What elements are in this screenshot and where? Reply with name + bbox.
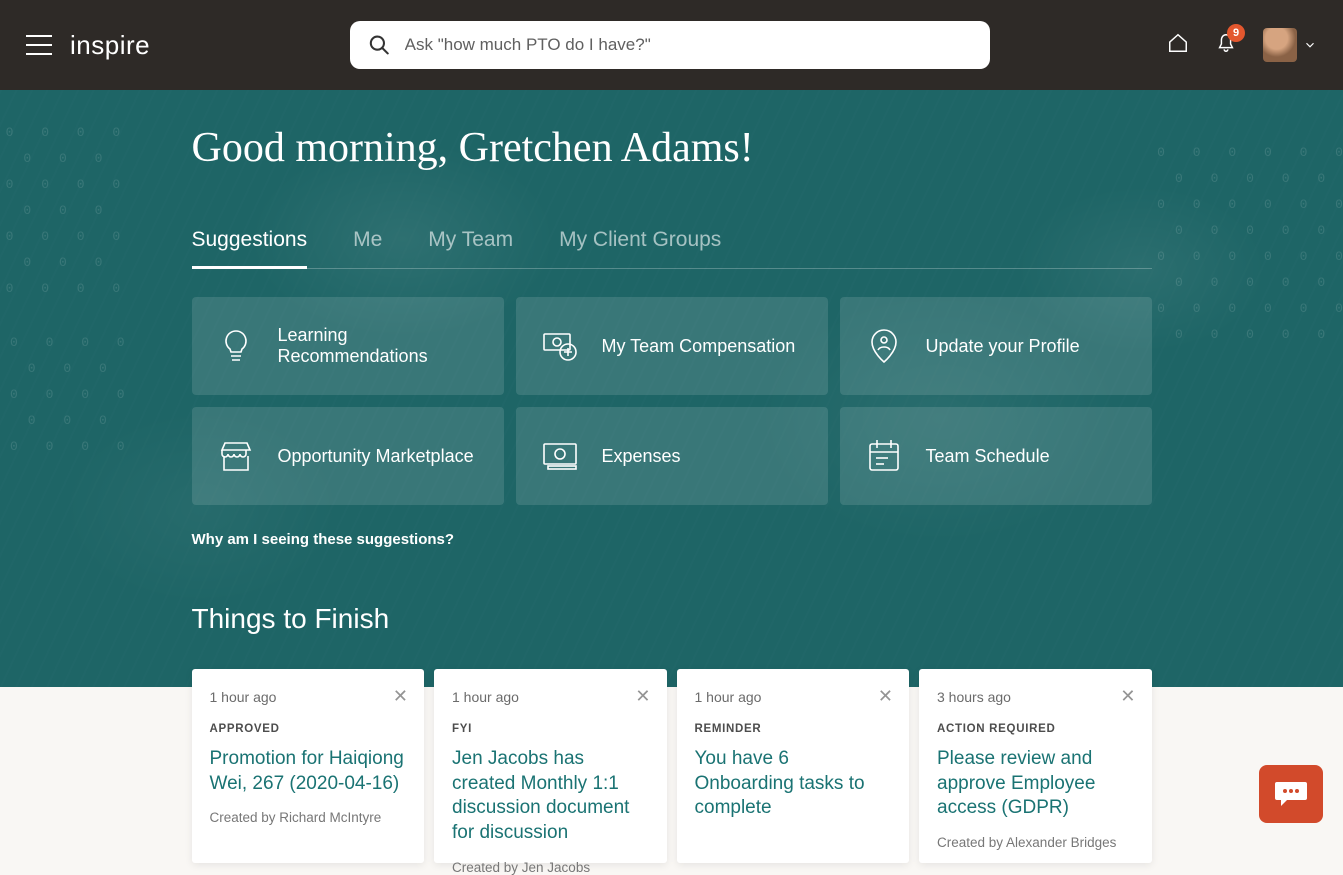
schedule-icon xyxy=(864,436,904,476)
app-header: inspire 9 xyxy=(0,0,1343,90)
close-icon[interactable]: ✕ xyxy=(878,687,893,705)
home-button[interactable] xyxy=(1167,32,1189,59)
why-suggestions-link[interactable]: Why am I seeing these suggestions? xyxy=(192,531,455,548)
card-author: Created by Alexander Bridges xyxy=(937,835,1134,850)
tile-label: My Team Compensation xyxy=(602,336,796,357)
tile-label: Update your Profile xyxy=(926,336,1080,357)
task-card: 1 hour ago ✕ APPROVED Promotion for Haiq… xyxy=(192,669,425,863)
things-to-finish-title: Things to Finish xyxy=(192,603,1152,635)
card-category: APPROVED xyxy=(210,723,407,735)
tile-opportunity-marketplace[interactable]: Opportunity Marketplace xyxy=(192,407,504,505)
tab-my-client-groups[interactable]: My Client Groups xyxy=(559,228,721,268)
storefront-icon xyxy=(216,436,256,476)
home-icon xyxy=(1167,32,1189,54)
task-cards: 1 hour ago ✕ APPROVED Promotion for Haiq… xyxy=(192,669,1152,863)
tile-learning-recommendations[interactable]: Learning Recommendations xyxy=(192,297,504,395)
tile-team-schedule[interactable]: Team Schedule xyxy=(840,407,1152,505)
tile-label: Opportunity Marketplace xyxy=(278,446,474,467)
chevron-down-icon xyxy=(1303,38,1317,52)
close-icon[interactable]: ✕ xyxy=(393,687,408,705)
close-icon[interactable]: ✕ xyxy=(1120,687,1135,705)
card-category: REMINDER xyxy=(695,723,892,735)
menu-icon[interactable] xyxy=(26,35,52,55)
user-menu[interactable] xyxy=(1263,28,1317,62)
avatar xyxy=(1263,28,1297,62)
task-card: 1 hour ago ✕ FYI Jen Jacobs has created … xyxy=(434,669,667,863)
task-card: 1 hour ago ✕ REMINDER You have 6 Onboard… xyxy=(677,669,910,863)
card-category: ACTION REQUIRED xyxy=(937,723,1134,735)
card-author: Created by Jen Jacobs xyxy=(452,860,649,875)
card-time: 3 hours ago xyxy=(937,689,1134,705)
logo[interactable]: inspire xyxy=(70,30,150,61)
compensation-icon xyxy=(540,326,580,366)
notifications-button[interactable]: 9 xyxy=(1215,32,1237,59)
notification-badge: 9 xyxy=(1227,24,1245,42)
search-bar xyxy=(350,21,990,69)
card-author: Created by Richard McIntyre xyxy=(210,810,407,825)
chat-button[interactable] xyxy=(1259,765,1323,823)
card-title-link[interactable]: Promotion for Haiqiong Wei, 267 (2020-04… xyxy=(210,747,407,796)
tile-label: Learning Recommendations xyxy=(278,325,480,367)
lightbulb-icon xyxy=(216,326,256,366)
tile-label: Team Schedule xyxy=(926,446,1050,467)
card-title-link[interactable]: Please review and approve Employee acces… xyxy=(937,747,1134,821)
tile-expenses[interactable]: Expenses xyxy=(516,407,828,505)
tile-my-team-compensation[interactable]: My Team Compensation xyxy=(516,297,828,395)
card-title-link[interactable]: You have 6 Onboarding tasks to complete xyxy=(695,747,892,821)
money-icon xyxy=(540,436,580,476)
card-time: 1 hour ago xyxy=(210,689,407,705)
tab-my-team[interactable]: My Team xyxy=(428,228,513,268)
card-title-link[interactable]: Jen Jacobs has created Monthly 1:1 discu… xyxy=(452,747,649,846)
card-category: FYI xyxy=(452,723,649,735)
task-card: 3 hours ago ✕ ACTION REQUIRED Please rev… xyxy=(919,669,1152,863)
profile-pin-icon xyxy=(864,326,904,366)
hero-section: 0 0 0 0 0 0 0 0 00 0 0 0 0 0 0 0 00 0 0 … xyxy=(0,90,1343,687)
search-input[interactable] xyxy=(405,35,972,55)
card-time: 1 hour ago xyxy=(452,689,649,705)
tile-update-profile[interactable]: Update your Profile xyxy=(840,297,1152,395)
search-icon xyxy=(368,33,391,57)
suggestion-tiles: Learning Recommendations My Team Compens… xyxy=(192,297,1152,505)
page-title: Good morning, Gretchen Adams! xyxy=(192,124,1152,172)
close-icon[interactable]: ✕ xyxy=(635,687,650,705)
tab-me[interactable]: Me xyxy=(353,228,382,268)
chat-icon xyxy=(1273,776,1309,812)
tab-bar: Suggestions Me My Team My Client Groups xyxy=(192,228,1152,269)
tab-suggestions[interactable]: Suggestions xyxy=(192,228,308,268)
card-time: 1 hour ago xyxy=(695,689,892,705)
tile-label: Expenses xyxy=(602,446,681,467)
